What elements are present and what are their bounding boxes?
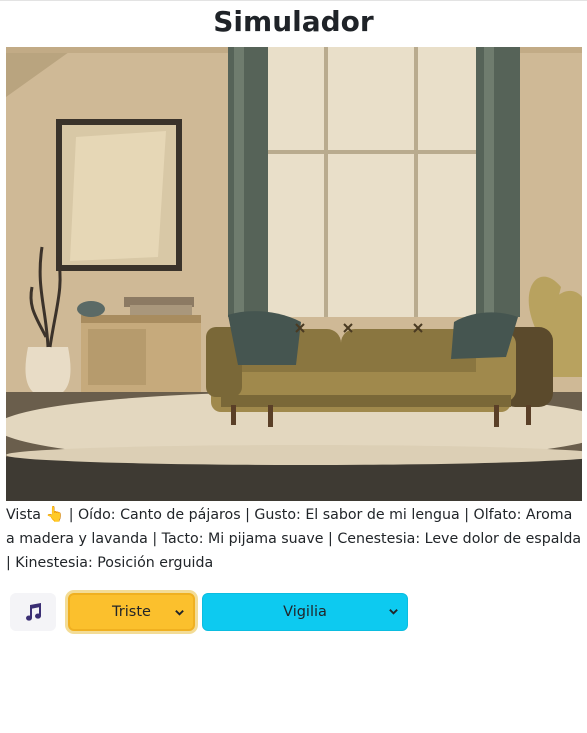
music-button[interactable]	[10, 593, 56, 631]
senses-description: Vista 👆 | Oído: Canto de pájaros | Gusto…	[6, 505, 582, 571]
page-title: Simulador	[213, 5, 374, 38]
music-note-icon	[26, 603, 42, 621]
oido-text: Oído: Canto de pájaros	[78, 507, 241, 523]
state-select-value: Vigilia	[283, 604, 327, 620]
vista-label: Vista	[6, 507, 41, 523]
tacto-text: Tacto: Mi pijama suave	[161, 531, 324, 547]
top-divider	[0, 0, 587, 1]
living-room-illustration	[6, 47, 582, 501]
pointing-hand-icon[interactable]: 👆	[46, 505, 65, 523]
chevron-down-icon	[175, 610, 184, 616]
separator: |	[64, 507, 78, 523]
gusto-text: Gusto: El sabor de mi lengua	[254, 507, 460, 523]
mood-select[interactable]: Triste	[68, 593, 195, 631]
kinestesia-text: Kinestesia: Posición erguida	[15, 555, 214, 571]
chevron-down-icon	[389, 609, 398, 615]
cenestesia-text: Cenestesia: Leve dolor de espalda	[337, 531, 582, 547]
state-select[interactable]: Vigilia	[202, 593, 408, 631]
mood-select-value: Triste	[112, 604, 151, 620]
